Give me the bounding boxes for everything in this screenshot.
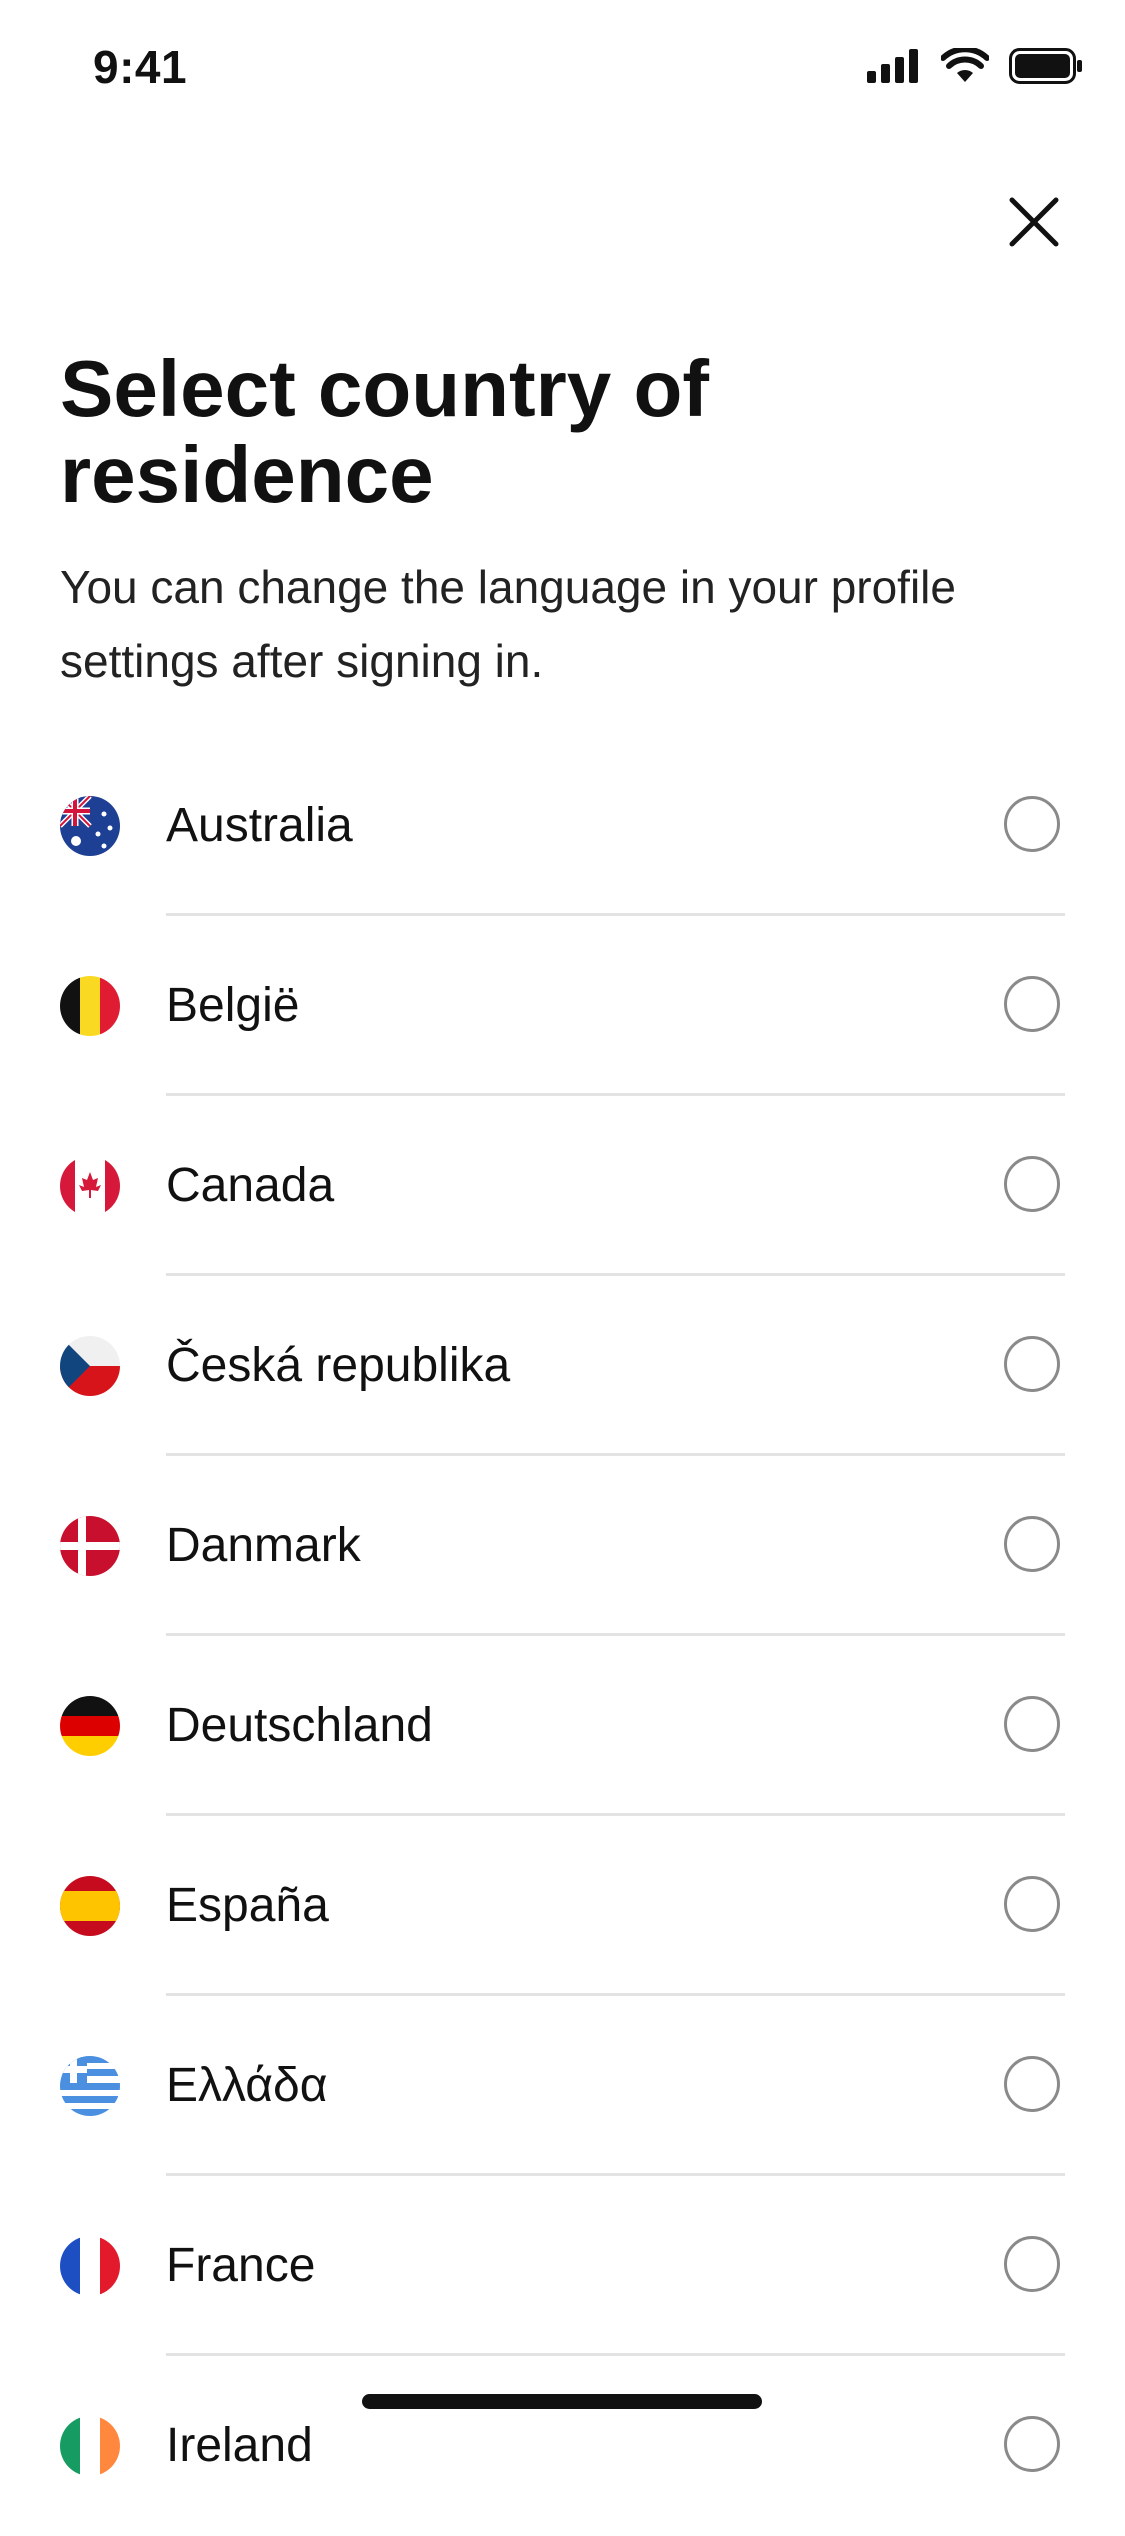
flag-greece-icon <box>60 2056 120 2116</box>
country-row-canada[interactable]: Canada <box>0 1096 1125 1276</box>
close-button[interactable] <box>998 188 1070 260</box>
country-row-czech-republic[interactable]: Česká republika <box>0 1276 1125 1456</box>
signal-icon <box>867 49 921 88</box>
country-row-germany[interactable]: Deutschland <box>0 1636 1125 1816</box>
radio-button[interactable] <box>1004 2416 1060 2472</box>
radio-button[interactable] <box>1004 1336 1060 1392</box>
home-indicator[interactable] <box>362 2394 762 2409</box>
country-name: Česká republika <box>166 1339 511 1392</box>
flag-belgium-icon <box>60 976 120 1036</box>
country-row-greece[interactable]: Ελλάδα <box>0 1996 1125 2176</box>
page-title: Select country of residence <box>60 344 710 519</box>
country-row-belgium[interactable]: België <box>0 916 1125 1096</box>
country-name: Australia <box>166 799 353 852</box>
radio-button[interactable] <box>1004 2056 1060 2112</box>
flag-germany-icon <box>60 1696 120 1756</box>
country-row-spain[interactable]: España <box>0 1816 1125 1996</box>
flag-ireland-icon <box>60 2416 120 2476</box>
close-icon <box>1008 196 1060 253</box>
radio-button[interactable] <box>1004 1156 1060 1212</box>
flag-denmark-icon <box>60 1516 120 1576</box>
country-name: België <box>166 979 300 1032</box>
country-row-denmark[interactable]: Danmark <box>0 1456 1125 1636</box>
radio-button[interactable] <box>1004 976 1060 1032</box>
wifi-icon <box>940 46 990 89</box>
radio-button[interactable] <box>1004 1696 1060 1752</box>
flag-canada-icon <box>60 1156 120 1216</box>
country-name: Ireland <box>166 2419 313 2472</box>
status-icons <box>867 46 1083 89</box>
country-name: France <box>166 2239 316 2292</box>
country-row-australia[interactable]: Australia <box>0 736 1125 916</box>
country-name: Ελλάδα <box>166 2059 328 2112</box>
status-bar: 9:41 <box>0 0 1125 140</box>
radio-button[interactable] <box>1004 796 1060 852</box>
radio-button[interactable] <box>1004 1876 1060 1932</box>
country-name: España <box>166 1879 329 1932</box>
country-row-france[interactable]: France <box>0 2176 1125 2356</box>
country-name: Deutschland <box>166 1699 433 1752</box>
country-name: Danmark <box>166 1519 361 1572</box>
page-subtitle: You can change the language in your prof… <box>60 561 956 687</box>
country-name: Canada <box>166 1159 335 1212</box>
radio-button[interactable] <box>1004 1516 1060 1572</box>
country-list: Australia België Canada Česká republika … <box>0 736 1125 2536</box>
flag-france-icon <box>60 2236 120 2296</box>
flag-spain-icon <box>60 1876 120 1936</box>
flag-czech-republic-icon <box>60 1336 120 1396</box>
radio-button[interactable] <box>1004 2236 1060 2292</box>
status-time: 9:41 <box>93 41 188 93</box>
country-row-ireland[interactable]: Ireland <box>0 2356 1125 2536</box>
flag-australia-icon <box>60 796 120 856</box>
battery-icon <box>1009 48 1083 89</box>
